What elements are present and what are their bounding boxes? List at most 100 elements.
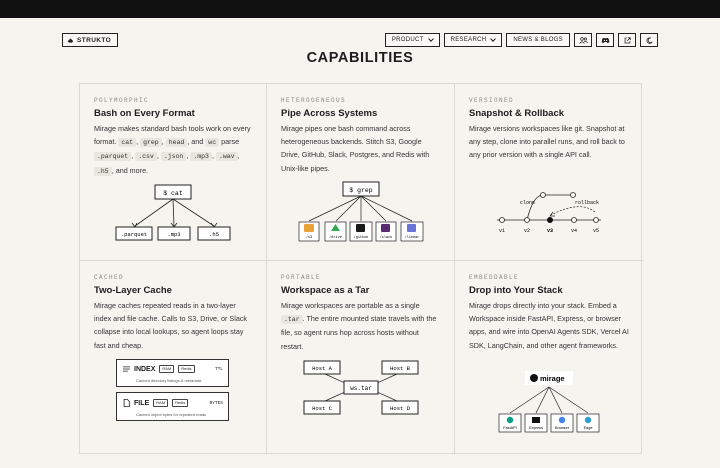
edge — [535, 386, 550, 414]
clone-label: clone — [520, 200, 535, 206]
version-label: v5 — [593, 228, 599, 234]
edge — [360, 195, 387, 222]
tar-host-diagram: ws.tar Host A Host B Host C Host D — [303, 360, 419, 415]
arrow-head — [131, 222, 138, 228]
layer-caption: Cached directory listings & metadata — [136, 378, 202, 383]
layer-pill: RAM — [153, 399, 169, 407]
card-polymorphic: POLYMORPHIC Bash on Every Format Mirage … — [80, 84, 267, 261]
target-browser: Browser — [550, 413, 574, 433]
version-label: v3 — [547, 228, 553, 234]
backend-github: /github — [349, 221, 373, 242]
current-version-node — [547, 217, 553, 223]
edge — [548, 386, 589, 414]
edge — [509, 386, 550, 414]
grep-node-label: $ grep — [349, 187, 373, 194]
leaf-label: .mp3 — [167, 231, 180, 238]
clone-node — [570, 192, 576, 198]
logo-text: STRUKTO — [77, 36, 112, 44]
logo-icon — [67, 37, 74, 43]
edge — [172, 198, 175, 227]
version-node — [571, 217, 577, 223]
layer-pill: Redis — [178, 365, 195, 373]
backend-drive: /drive — [324, 221, 347, 242]
edge — [360, 195, 413, 222]
version-label: v4 — [571, 228, 577, 234]
page-title: CAPABILITIES — [306, 50, 414, 66]
mirage-logo-icon — [530, 374, 538, 382]
leaf-label: /slack — [380, 235, 393, 240]
tar-node-label: ws.tar — [350, 385, 372, 392]
target-label: Express — [529, 426, 543, 430]
version-label: v2 — [524, 228, 530, 234]
nav-news-blogs[interactable]: NEWS & BLOGS — [506, 33, 570, 47]
nav-research-label: RESEARCH — [450, 37, 487, 43]
target-express: Express — [524, 413, 548, 433]
layer-caption: Cached object bytes for repeated reads — [136, 412, 207, 417]
target-edge: Edge — [576, 413, 600, 433]
target-fastapi: FastAPI — [498, 413, 522, 433]
version-label: v1 — [499, 228, 505, 234]
leaf-label: /linear — [405, 235, 420, 240]
grep-tree-diagram: $ grep /s3 /drive /github /slack /linear — [298, 181, 424, 242]
external-link-button[interactable] — [618, 33, 636, 47]
cache-layer-index: INDEX RAM Redis TTL Cached directory lis… — [116, 359, 229, 387]
backend-slack: /slack — [375, 221, 397, 242]
discord-button[interactable] — [596, 33, 614, 47]
edge — [324, 373, 346, 384]
rollback-label: rollback — [575, 200, 599, 206]
layer-pill: Redis — [172, 399, 189, 407]
edge-icon — [584, 416, 592, 424]
leaf-label: /s3 — [306, 235, 312, 240]
arrow-head — [549, 211, 555, 217]
cat-tree-diagram: $ cat .parquet .mp3 .h5 — [115, 184, 231, 241]
edge — [335, 195, 362, 222]
layer-meta: TTL — [214, 366, 223, 372]
external-link-icon — [624, 36, 631, 43]
nav-product-label: PRODUCT — [391, 37, 424, 43]
embed-diagram: mirage FastAPI Express Browser Edge — [498, 371, 600, 433]
chevron-down-icon — [490, 36, 497, 42]
card-tag: CACHED — [94, 274, 125, 281]
layer-name: INDEX — [134, 365, 156, 373]
card-description: Mirage caches repeated reads in a two-la… — [94, 301, 248, 350]
nav-research[interactable]: RESEARCH — [443, 33, 503, 47]
fastapi-icon — [506, 416, 514, 424]
moon-icon — [646, 36, 652, 44]
version-node — [499, 217, 505, 223]
logo-button[interactable]: STRUKTO — [62, 33, 119, 47]
mirage-label: mirage — [540, 374, 565, 383]
host-label: Host C — [312, 405, 333, 412]
leaf-label: .h5 — [209, 231, 219, 238]
theme-toggle-button[interactable] — [640, 33, 658, 47]
navbar: STRUKTO PRODUCT RESEARCH NEWS & BLOGS — [62, 33, 658, 47]
linear-icon — [407, 224, 416, 232]
cat-node-label: $ cat — [163, 190, 183, 197]
host-label: Host B — [390, 365, 411, 372]
edge — [134, 198, 174, 227]
express-icon — [532, 417, 540, 423]
target-label: Browser — [555, 426, 570, 430]
edge — [308, 195, 362, 222]
layer-name: FILE — [134, 399, 150, 407]
file-icon — [123, 399, 130, 407]
community-icon — [578, 36, 588, 44]
version-graph: clone rollback v1 v2 v3 v4 v5 — [497, 192, 601, 234]
slack-icon — [381, 224, 390, 232]
s3-icon — [304, 224, 314, 232]
layer-meta: BYTES — [209, 400, 223, 406]
top-bar — [0, 0, 720, 18]
card-title: Two-Layer Cache — [94, 285, 172, 296]
leaf-label: /github — [354, 235, 369, 240]
card-cached: CACHED Two-Layer Cache Mirage caches rep… — [80, 261, 267, 455]
nav-product[interactable]: PRODUCT — [384, 33, 440, 47]
capabilities-grid: POLYMORPHIC Bash on Every Format Mirage … — [79, 83, 643, 455]
version-node — [593, 217, 599, 223]
github-icon — [356, 224, 365, 232]
cache-layer-file: FILE RAM Redis BYTES Cached object bytes… — [116, 392, 229, 421]
edge — [376, 391, 398, 402]
community-button[interactable] — [574, 33, 592, 47]
version-node — [524, 217, 530, 223]
discord-icon — [601, 37, 609, 43]
browser-icon — [558, 416, 566, 424]
layer-pill: RAM — [159, 365, 175, 373]
